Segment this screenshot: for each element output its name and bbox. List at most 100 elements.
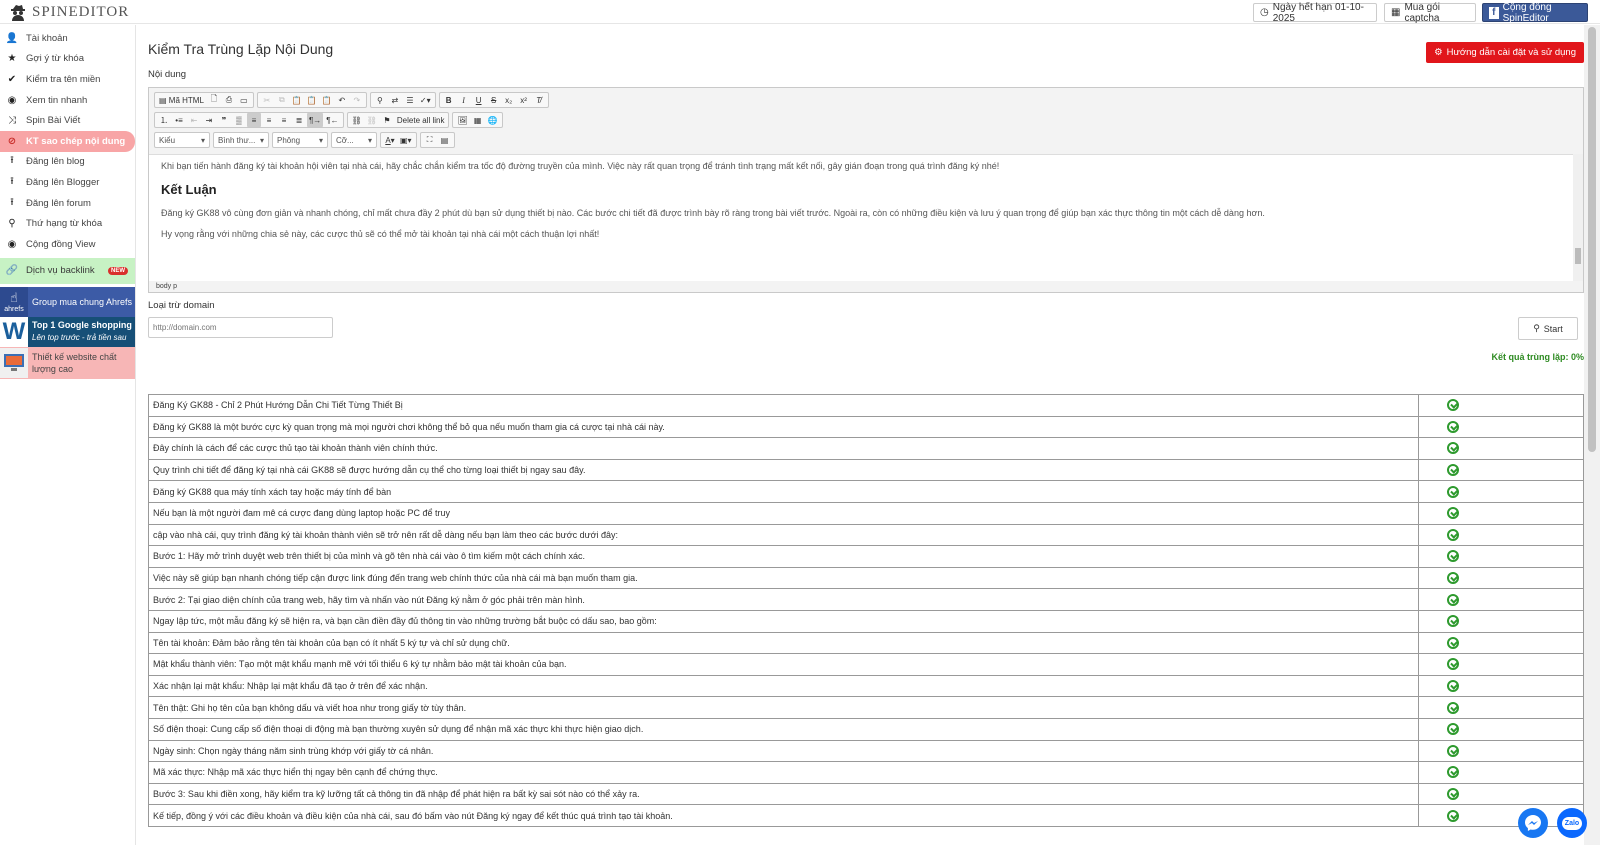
table-icon[interactable]: ▦ (471, 113, 485, 127)
align-left-icon[interactable]: ≡ (247, 113, 261, 127)
copy-icon[interactable]: ⧉ (275, 93, 289, 107)
domain-input[interactable] (148, 317, 333, 338)
status-cell (1418, 523, 1584, 547)
sentence-cell: Việc này sẽ giúp bạn nhanh chóng tiếp cậ… (148, 566, 1419, 590)
promo-google-shopping[interactable]: W Top 1 Google shopping Lên top trước - tr… (0, 316, 135, 347)
sidebar-item-spin-article[interactable]: ⤨ Spin Bài Viết (0, 110, 135, 131)
sidebar-item-account[interactable]: 👤 Tài khoản (0, 28, 135, 49)
iframe-icon[interactable]: 🌐 (486, 113, 500, 127)
sidebar-item-domain-check[interactable]: ✔ Kiểm tra tên miền (0, 69, 135, 90)
bg-color-icon[interactable]: ▣▾ (398, 133, 414, 147)
replace-icon[interactable]: ⇄ (388, 93, 402, 107)
div-container-icon[interactable]: ▒ (232, 113, 246, 127)
paste-text-icon[interactable]: 📋 (305, 93, 319, 107)
sentence-cell: Tên tài khoản: Đảm bảo rằng tên tài khoả… (148, 631, 1419, 655)
image-icon[interactable]: 🖼 (455, 113, 469, 127)
source-button[interactable]: ▤ Mã HTML (157, 93, 206, 107)
subscript-icon[interactable]: x₂ (502, 93, 516, 107)
promo-website-design[interactable]: Thiết kế website chất lượng cao (0, 346, 135, 379)
table-row: Mật khẩu thành viên: Tạo một mật khẩu mạ… (148, 653, 1584, 676)
maximize-icon[interactable]: ⛶ (423, 133, 437, 147)
upload-icon: ⭱ (10, 196, 14, 208)
messenger-button[interactable] (1518, 808, 1548, 838)
cut-icon[interactable]: ✂ (260, 93, 274, 107)
templates-icon[interactable]: ▭ (237, 93, 251, 107)
editor-content[interactable]: Khi bạn tiến hành đăng ký tài khoản hội … (149, 154, 1583, 281)
sidebar-item-keyword-suggest[interactable]: ★ Gợi ý từ khóa (0, 49, 135, 70)
sidebar-item-backlink[interactable]: 🔗 Dịch vụ backlink NEW (0, 257, 135, 284)
delete-all-links-button[interactable]: Delete all link (395, 113, 447, 127)
show-blocks-icon[interactable]: ▤ (438, 133, 452, 147)
justify-icon[interactable]: ≣ (292, 113, 306, 127)
toolbar-row-2: ⒈ •≡ ⇤ ⇥ ❞ ▒ ≡ ≡ ≡ ≣ ¶→ ¶← ⛓ ⛓ ⚑ Delete … (154, 112, 503, 128)
paste-icon[interactable]: 📋 (290, 93, 304, 107)
blockquote-icon[interactable]: ❞ (217, 113, 231, 127)
font-combo[interactable]: Phông ▾ (272, 132, 328, 148)
sidebar-item-post-blog[interactable]: ⭱ Đăng lên blog (0, 152, 135, 173)
sidebar-item-plagiarism-check[interactable]: ⊘ KT sao chép nội dung (0, 130, 135, 152)
sidebar-item-post-blogger[interactable]: ⭱ Đăng lên Blogger (0, 172, 135, 193)
format-combo[interactable]: Bình thư... ▾ (213, 132, 269, 148)
editor-scroll-thumb[interactable] (1575, 248, 1581, 264)
spellcheck-icon[interactable]: ✓▾ (418, 93, 433, 107)
table-row: Xác nhận lại mật khẩu: Nhập lại mật khẩu… (148, 674, 1584, 698)
ltr-icon[interactable]: ¶→ (307, 113, 324, 127)
community-label: Cộng đồng SpinEditor (1502, 1, 1552, 24)
remove-format-icon[interactable]: T̸ (532, 93, 546, 107)
app-logo[interactable]: SPINEDITOR (10, 3, 129, 21)
underline-icon[interactable]: U (472, 93, 486, 107)
print-icon[interactable]: ⎙ (222, 93, 236, 107)
undo-icon[interactable]: ↶ (335, 93, 349, 107)
guide-button[interactable]: ⚙ Hướng dẫn cài đặt và sử dụng (1426, 42, 1584, 63)
sidebar-item-community-view[interactable]: ◉ Cộng đồng View (0, 234, 135, 255)
toolbar-group-links: ⛓ ⛓ ⚑ Delete all link (346, 112, 450, 128)
sidebar-item-label: Đăng lên blog (26, 156, 85, 168)
select-all-icon[interactable]: ☰ (403, 93, 417, 107)
align-center-icon[interactable]: ≡ (262, 113, 276, 127)
paste-word-icon[interactable]: 📋 (320, 93, 334, 107)
superscript-icon[interactable]: x² (517, 93, 531, 107)
sentence-cell: Mật khẩu thành viên: Tạo một mật khẩu mạ… (148, 653, 1419, 676)
style-combo[interactable]: Kiểu ▾ (154, 132, 210, 148)
eye-icon: ◉ (7, 238, 17, 250)
bulleted-list-icon[interactable]: •≡ (172, 113, 186, 127)
page-scroll-thumb[interactable] (1588, 27, 1596, 452)
check-circle-icon (1447, 809, 1459, 822)
find-icon[interactable]: ⚲ (373, 93, 387, 107)
page-scrollbar[interactable] (1584, 25, 1600, 845)
promo-ahrefs[interactable]: ☝ ahrefs Group mua chung Ahrefs (0, 286, 135, 317)
sidebar-item-label: Spin Bài Viết (26, 115, 81, 127)
check-circle-icon (1447, 593, 1459, 606)
rtl-icon[interactable]: ¶← (324, 113, 340, 127)
sidebar-item-post-forum[interactable]: ⭱ Đăng lên forum (0, 193, 135, 214)
size-combo[interactable]: Cỡ... ▾ (331, 132, 377, 148)
link-icon[interactable]: ⛓ (350, 113, 364, 127)
gear-icon: ⚙ (1434, 47, 1443, 58)
status-cell (1418, 566, 1584, 590)
italic-icon[interactable]: I (457, 93, 471, 107)
expiry-button[interactable]: ◷ Ngày hết hạn 01-10-2025 (1253, 1, 1377, 24)
sidebar-item-quick-news[interactable]: ◉ Xem tin nhanh (0, 90, 135, 111)
sidebar-item-keyword-rank[interactable]: ⚲ Thứ hạng từ khóa (0, 213, 135, 234)
text-color-icon[interactable]: A ▾ (383, 133, 397, 147)
anchor-icon[interactable]: ⚑ (380, 113, 394, 127)
sidebar-item-label: Cộng đồng View (26, 238, 96, 250)
indent-icon[interactable]: ⇥ (202, 113, 216, 127)
bold-icon[interactable]: B (442, 93, 456, 107)
redo-icon[interactable]: ↷ (350, 93, 364, 107)
outdent-icon[interactable]: ⇤ (187, 113, 201, 127)
check-circle-icon (1447, 528, 1459, 541)
start-button[interactable]: ⚲ Start (1518, 317, 1578, 340)
expiry-label: Ngày hết hạn 01-10-2025 (1272, 1, 1364, 24)
community-button[interactable]: f Cộng đồng SpinEditor (1482, 1, 1588, 24)
unlink-icon[interactable]: ⛓ (365, 113, 379, 127)
zalo-button[interactable]: Zalo (1557, 808, 1587, 838)
editor-scrollbar[interactable] (1573, 154, 1583, 281)
captcha-button[interactable]: ▦ Mua gói captcha (1384, 2, 1476, 24)
preview-icon[interactable]: 🗋 (207, 93, 221, 107)
numbered-list-icon[interactable]: ⒈ (157, 113, 171, 127)
strikethrough-icon[interactable]: S (487, 93, 501, 107)
check-circle-icon (1447, 723, 1459, 736)
link-icon: 🔗 (5, 265, 19, 277)
align-right-icon[interactable]: ≡ (277, 113, 291, 127)
